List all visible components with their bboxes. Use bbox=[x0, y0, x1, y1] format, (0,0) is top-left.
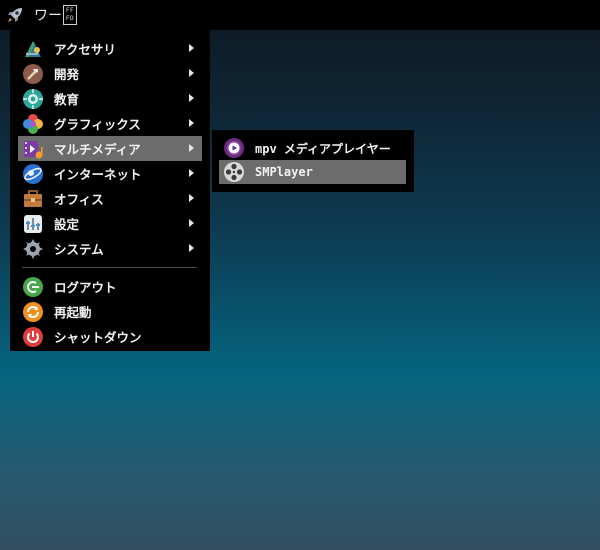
missing-glyph-box: FF FD bbox=[63, 5, 77, 25]
menu-item-graphics[interactable]: グラフィックス bbox=[18, 111, 202, 136]
internet-icon bbox=[23, 163, 43, 184]
multimedia-icon bbox=[24, 140, 43, 158]
menu-item-label: インターネット bbox=[54, 167, 142, 182]
submenu-arrow-icon bbox=[189, 244, 194, 252]
menu-item-internet[interactable]: インターネット bbox=[18, 161, 202, 186]
office-icon bbox=[24, 189, 42, 207]
settings-icon bbox=[24, 214, 42, 233]
logout-icon bbox=[23, 276, 43, 297]
multimedia-submenu: mpv メディアプレイヤー SMPlayer bbox=[212, 130, 414, 192]
rocket-icon bbox=[8, 8, 22, 22]
menu-item-shutdown[interactable]: シャットダウン bbox=[18, 324, 202, 349]
power-icon bbox=[23, 326, 43, 347]
mpv-icon bbox=[224, 138, 244, 158]
menu-item-label: 再起動 bbox=[54, 305, 92, 320]
application-menu: アクセサリ 開発 教育 グラフィックス マルチメディア インターネット オフィス… bbox=[10, 30, 210, 351]
submenu-arrow-icon bbox=[189, 194, 194, 202]
submenu-item-label: mpv メディアプレイヤー bbox=[255, 141, 391, 156]
menu-item-development[interactable]: 開発 bbox=[18, 61, 202, 86]
development-icon bbox=[23, 63, 43, 84]
education-icon bbox=[23, 88, 43, 109]
taskbar-window-button[interactable]: ワー FF FD bbox=[34, 0, 77, 30]
submenu-arrow-icon bbox=[189, 69, 194, 77]
menu-item-office[interactable]: オフィス bbox=[18, 186, 202, 211]
film-reel-icon bbox=[224, 162, 244, 182]
menu-item-label: アクセサリ bbox=[54, 42, 116, 57]
app-launcher-button[interactable] bbox=[0, 0, 30, 30]
submenu-arrow-icon bbox=[189, 144, 194, 152]
menu-item-settings[interactable]: 設定 bbox=[18, 211, 202, 236]
menu-item-label: 教育 bbox=[54, 92, 80, 107]
menu-item-label: オフィス bbox=[54, 192, 104, 207]
menu-item-label: グラフィックス bbox=[54, 117, 141, 132]
submenu-item-label: SMPlayer bbox=[255, 165, 313, 179]
submenu-arrow-icon bbox=[189, 169, 194, 177]
menu-item-reboot[interactable]: 再起動 bbox=[18, 299, 202, 324]
menu-separator bbox=[22, 267, 197, 268]
menu-item-system[interactable]: システム bbox=[18, 236, 202, 261]
menu-item-multimedia[interactable]: マルチメディア bbox=[18, 136, 202, 161]
menu-item-education[interactable]: 教育 bbox=[18, 86, 202, 111]
submenu-arrow-icon bbox=[189, 44, 194, 52]
submenu-arrow-icon bbox=[189, 119, 194, 127]
menu-item-label: システム bbox=[54, 242, 104, 257]
accessories-icon bbox=[25, 40, 41, 57]
graphics-icon bbox=[23, 113, 43, 134]
menu-item-accessories[interactable]: アクセサリ bbox=[18, 36, 202, 61]
menu-item-label: ログアウト bbox=[54, 280, 117, 295]
taskbar: ワー FF FD bbox=[0, 0, 600, 30]
submenu-arrow-icon bbox=[189, 94, 194, 102]
reboot-icon bbox=[23, 301, 43, 322]
menu-item-label: シャットダウン bbox=[54, 330, 142, 345]
menu-item-logout[interactable]: ログアウト bbox=[18, 274, 202, 299]
submenu-arrow-icon bbox=[189, 219, 194, 227]
glyph-code-top: FF bbox=[65, 7, 75, 14]
menu-item-label: 開発 bbox=[54, 67, 80, 82]
gear-icon bbox=[23, 238, 43, 259]
menu-item-label: マルチメディア bbox=[54, 142, 141, 157]
menu-item-label: 設定 bbox=[54, 217, 80, 232]
submenu-item-mpv[interactable]: mpv メディアプレイヤー bbox=[219, 136, 406, 160]
glyph-code-bottom: FD bbox=[65, 15, 75, 22]
submenu-item-smplayer[interactable]: SMPlayer bbox=[219, 160, 406, 184]
taskbar-window-title: ワー bbox=[34, 8, 62, 24]
